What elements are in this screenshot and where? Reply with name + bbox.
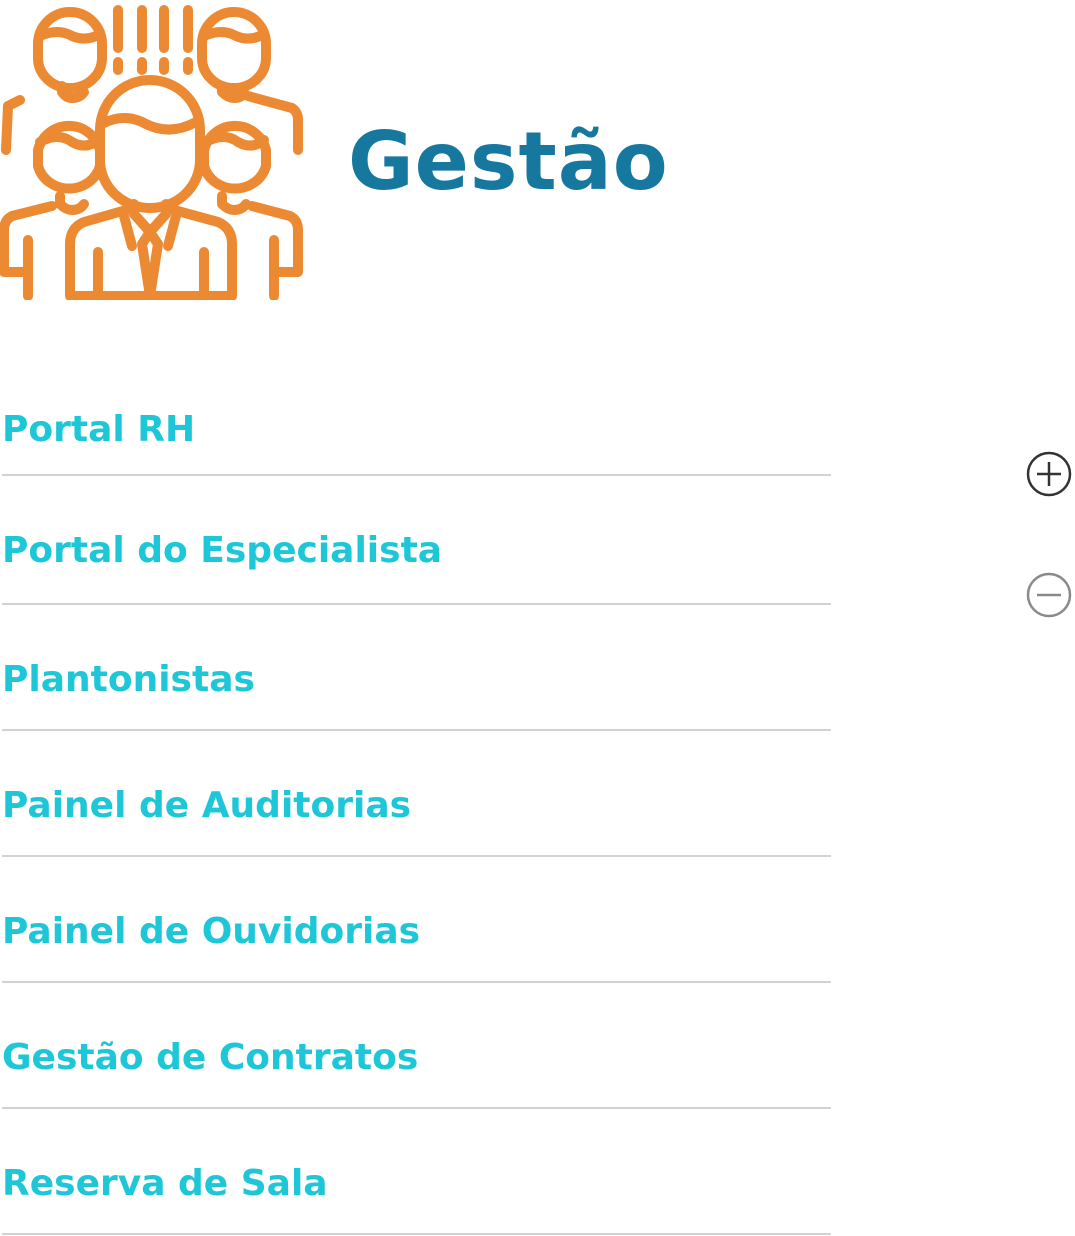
menu-divider — [2, 729, 831, 731]
people-group-icon — [0, 0, 304, 301]
menu-item-label: Painel de Ouvidorias — [2, 911, 421, 952]
menu-divider — [2, 1107, 831, 1109]
menu-divider — [2, 603, 831, 605]
minus-circle-icon — [1026, 572, 1072, 618]
menu-item-reserva-de-sala[interactable]: Reserva de Sala — [0, 1159, 831, 1209]
menu-item-portal-do-especialista[interactable]: Portal do Especialista — [0, 526, 831, 576]
page-title: Gestão — [348, 115, 669, 208]
menu-divider — [2, 474, 831, 476]
collapse-button[interactable] — [1025, 571, 1073, 619]
menu-item-label: Painel de Auditorias — [2, 785, 412, 826]
menu-item-painel-de-auditorias[interactable]: Painel de Auditorias — [0, 781, 831, 831]
menu-item-label: Portal do Especialista — [2, 530, 443, 571]
menu-item-label: Reserva de Sala — [2, 1163, 328, 1204]
menu-item-label: Portal RH — [2, 409, 196, 450]
menu-item-plantonistas[interactable]: Plantonistas — [0, 655, 831, 705]
plus-circle-icon — [1026, 451, 1072, 497]
menu-divider — [2, 1233, 831, 1235]
menu-item-label: Gestão de Contratos — [2, 1037, 419, 1078]
menu-item-painel-de-ouvidorias[interactable]: Painel de Ouvidorias — [0, 907, 831, 957]
expand-button[interactable] — [1025, 450, 1073, 498]
menu-item-gestao-de-contratos[interactable]: Gestão de Contratos — [0, 1033, 831, 1083]
menu-divider — [2, 855, 831, 857]
menu-item-label: Plantonistas — [2, 659, 255, 700]
menu-divider — [2, 981, 831, 983]
menu-item-portal-rh[interactable]: Portal RH — [0, 405, 831, 455]
